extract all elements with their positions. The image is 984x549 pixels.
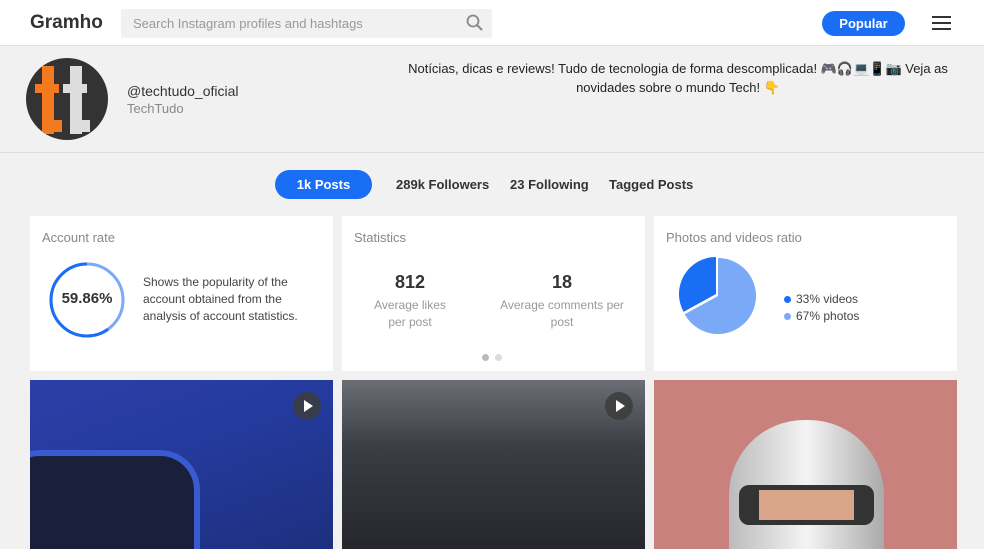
post-thumbnail[interactable]	[342, 380, 645, 549]
account-rate-value: 59.86%	[61, 290, 113, 307]
video-play-icon[interactable]	[293, 392, 321, 420]
hamburger-menu-icon[interactable]	[932, 16, 951, 34]
logo[interactable]: Gramho	[30, 12, 103, 34]
statistics-card: Statistics 812 Average likes per post 18 A…	[342, 216, 645, 371]
account-rate-description: Shows the popularity of the account obta…	[143, 275, 298, 323]
card-title: Account rate	[42, 230, 115, 245]
account-rate-card: Account rate 59.86% Shows the popularity…	[30, 216, 333, 371]
card-title: Photos and videos ratio	[666, 230, 802, 245]
tab-posts[interactable]: 1k Posts	[275, 170, 372, 199]
average-comments: 18 Average comments per post	[492, 272, 632, 331]
profile-handle: @techtudo_oficial	[127, 83, 239, 99]
profile-bio: Notícias, dicas e reviews! Tudo de tecno…	[408, 61, 948, 95]
search-icon[interactable]	[466, 14, 484, 32]
video-play-icon[interactable]	[605, 392, 633, 420]
likes-value: 812	[394, 272, 426, 292]
avatar	[26, 58, 108, 140]
post-thumbnail[interactable]	[30, 380, 333, 549]
carousel-dots	[482, 348, 508, 366]
top-bar: Gramho Search Instagram profiles and has…	[0, 0, 984, 46]
tab-following[interactable]: 23 Following	[510, 170, 589, 199]
carousel-dot[interactable]	[495, 354, 502, 361]
comments-label: Average comments per post	[500, 298, 624, 329]
tab-tagged-posts[interactable]: Tagged Posts	[609, 170, 693, 199]
profile-name: TechTudo	[127, 101, 184, 116]
legend-photos: 67% photos	[784, 308, 859, 325]
legend-videos: 33% videos	[784, 291, 859, 308]
tab-followers[interactable]: 289k Followers	[396, 170, 489, 199]
likes-label: Average likes per post	[374, 298, 446, 329]
popular-button[interactable]: Popular	[822, 11, 905, 36]
card-title: Statistics	[354, 230, 407, 245]
carousel-dot[interactable]	[482, 354, 489, 361]
average-likes: 812 Average likes per post	[340, 272, 480, 331]
post-thumbnail[interactable]	[654, 380, 957, 549]
photos-videos-ratio-card: Photos and videos ratio 33% videos 67% p…	[654, 216, 957, 371]
ratio-legend: 33% videos 67% photos	[784, 291, 859, 325]
profile-tabs: 1k Posts 289k Followers 23 Following Tag…	[0, 170, 984, 199]
profile-header: @techtudo_oficial TechTudo Notícias, dic…	[0, 46, 984, 153]
comments-value: 18	[551, 272, 573, 292]
ratio-pie-chart	[679, 257, 756, 334]
search-placeholder: Search Instagram profiles and hashtags	[133, 16, 363, 31]
search-input[interactable]: Search Instagram profiles and hashtags	[121, 9, 492, 38]
